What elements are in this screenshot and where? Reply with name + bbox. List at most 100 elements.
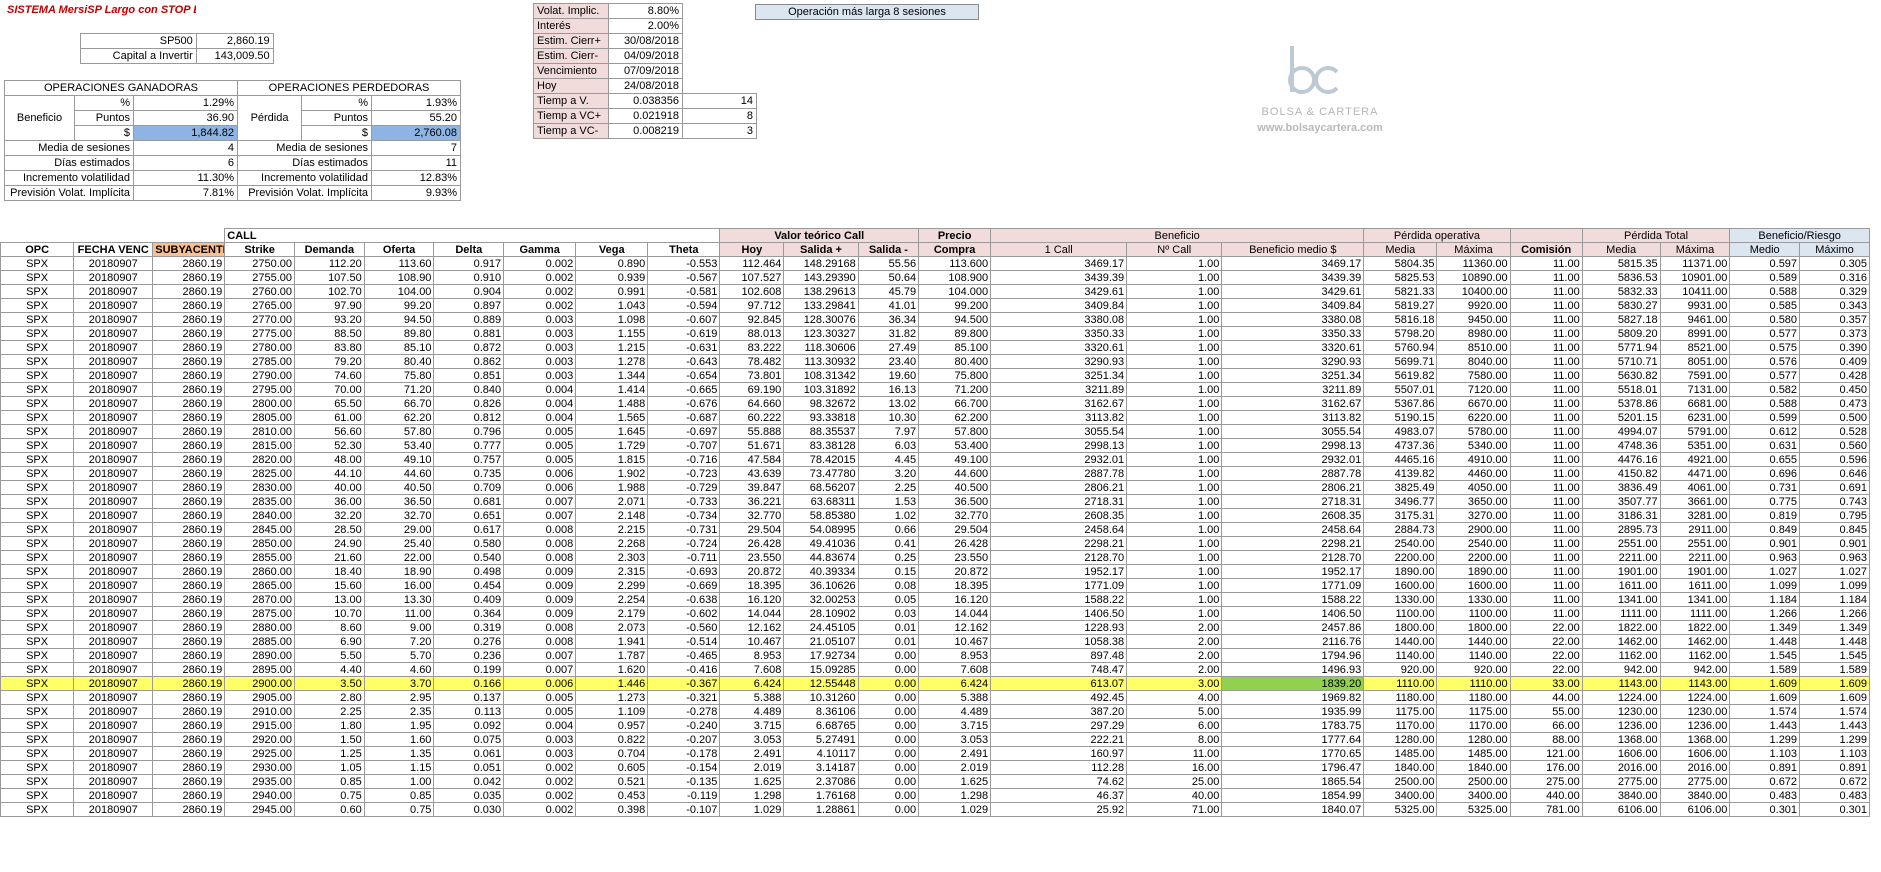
table-cell[interactable]: 2458.64 bbox=[1221, 522, 1365, 537]
table-cell[interactable]: 113.30932 bbox=[783, 354, 859, 369]
perdedoras-incr[interactable]: 12.83% bbox=[371, 170, 462, 186]
table-cell[interactable]: 1.109 bbox=[575, 704, 649, 719]
table-cell[interactable]: 0.596 bbox=[1799, 452, 1870, 467]
table-cell[interactable]: 0.002 bbox=[503, 774, 577, 789]
table-cell[interactable]: 4471.00 bbox=[1659, 466, 1731, 481]
table-cell[interactable]: 2.268 bbox=[575, 536, 649, 551]
table-cell[interactable]: 0.092 bbox=[433, 718, 505, 733]
table-cell[interactable]: 2860.19 bbox=[152, 774, 226, 789]
table-cell[interactable]: 20180907 bbox=[73, 368, 154, 383]
table-cell[interactable]: SPX bbox=[0, 676, 75, 691]
table-cell[interactable]: SPX bbox=[0, 718, 75, 733]
table-cell[interactable]: 0.498 bbox=[433, 564, 505, 579]
table-cell[interactable]: 16.120 bbox=[719, 592, 785, 607]
table-cell[interactable]: 1162.00 bbox=[1659, 648, 1731, 663]
sp500-value[interactable]: 2,860.19 bbox=[195, 33, 274, 49]
column-header[interactable]: Vega bbox=[575, 242, 649, 257]
table-cell[interactable]: -0.669 bbox=[647, 578, 721, 593]
table-cell[interactable]: 11.00 bbox=[1509, 606, 1583, 621]
table-cell[interactable]: 3400.00 bbox=[1363, 788, 1438, 803]
table-cell[interactable]: 22.00 bbox=[1509, 620, 1583, 635]
table-row[interactable]: SPX 20180907 2860.19 2845.00 28.50 29.00 0.617… bbox=[0, 522, 1870, 537]
table-cell[interactable]: 5832.33 bbox=[1581, 284, 1661, 299]
table-cell[interactable]: 897.48 bbox=[990, 648, 1128, 663]
table-cell[interactable]: 2900.00 bbox=[224, 676, 295, 691]
table-cell[interactable]: SPX bbox=[0, 802, 75, 817]
table-cell[interactable]: 0.85 bbox=[294, 774, 365, 789]
table-cell[interactable]: 11.00 bbox=[1509, 550, 1583, 565]
table-row[interactable]: SPX 20180907 2860.19 2945.00 0.60 0.75 0.030 0.… bbox=[0, 802, 1870, 817]
table-cell[interactable]: 0.576 bbox=[1729, 354, 1801, 369]
table-cell[interactable]: 0.812 bbox=[433, 410, 505, 425]
table-cell[interactable]: 3469.17 bbox=[990, 256, 1128, 271]
table-cell[interactable]: 85.100 bbox=[918, 340, 992, 355]
table-cell[interactable]: 33.00 bbox=[1509, 676, 1583, 691]
table-cell[interactable]: 1.53 bbox=[857, 494, 920, 509]
table-cell[interactable]: 8980.00 bbox=[1436, 326, 1511, 341]
table-cell[interactable]: 1.00 bbox=[1126, 550, 1223, 565]
table-cell[interactable]: 5815.35 bbox=[1581, 256, 1661, 271]
table-cell[interactable]: -0.643 bbox=[647, 354, 721, 369]
table-row[interactable]: SPX 20180907 2860.19 2765.00 97.90 99.20 0.897… bbox=[0, 298, 1870, 313]
table-cell[interactable]: 1.609 bbox=[1799, 676, 1870, 691]
table-cell[interactable]: 0.301 bbox=[1729, 802, 1801, 817]
table-cell[interactable]: 1224.00 bbox=[1659, 690, 1731, 705]
table-cell[interactable]: 1800.00 bbox=[1363, 620, 1438, 635]
table-cell[interactable]: 1840.07 bbox=[1221, 802, 1365, 817]
table-cell[interactable]: 3175.31 bbox=[1363, 508, 1438, 523]
table-cell[interactable]: SPX bbox=[0, 466, 75, 481]
table-cell[interactable]: 3162.67 bbox=[990, 396, 1128, 411]
table-cell[interactable]: 3.20 bbox=[857, 466, 920, 481]
table-cell[interactable]: 0.704 bbox=[575, 746, 649, 761]
table-cell[interactable]: 2.254 bbox=[575, 592, 649, 607]
table-cell[interactable]: 5771.94 bbox=[1581, 340, 1661, 355]
table-cell[interactable]: 3.14187 bbox=[783, 760, 859, 775]
table-cell[interactable]: 20.872 bbox=[719, 564, 785, 579]
table-cell[interactable]: 5791.00 bbox=[1659, 424, 1731, 439]
table-cell[interactable]: 0.735 bbox=[433, 466, 505, 481]
table-cell[interactable]: 5.388 bbox=[719, 690, 785, 705]
table-row[interactable]: SPX 20180907 2860.19 2905.00 2.80 2.95 0.137 0.… bbox=[0, 690, 1870, 705]
table-cell[interactable]: 2910.00 bbox=[224, 704, 295, 719]
ganadoras-usd[interactable]: 1,844.82 bbox=[132, 125, 239, 141]
table-cell[interactable]: 14.044 bbox=[918, 606, 992, 621]
table-cell[interactable]: 36.00 bbox=[294, 494, 365, 509]
table-cell[interactable]: 97.712 bbox=[719, 298, 785, 313]
table-cell[interactable]: 0.917 bbox=[433, 256, 505, 271]
table-cell[interactable]: 2860.19 bbox=[152, 732, 226, 747]
table-cell[interactable]: 2860.19 bbox=[152, 452, 226, 467]
table-cell[interactable]: 83.80 bbox=[294, 340, 365, 355]
table-cell[interactable]: 11.00 bbox=[1509, 536, 1583, 551]
ganadoras-media[interactable]: 4 bbox=[132, 140, 239, 156]
table-cell[interactable]: 0.25 bbox=[857, 550, 920, 565]
table-cell[interactable]: 0.743 bbox=[1799, 494, 1870, 509]
table-cell[interactable]: SPX bbox=[0, 410, 75, 425]
table-cell[interactable]: 20180907 bbox=[73, 578, 154, 593]
table-cell[interactable]: 10400.00 bbox=[1436, 284, 1511, 299]
table-cell[interactable]: 2810.00 bbox=[224, 424, 295, 439]
table-cell[interactable]: 1.448 bbox=[1729, 634, 1801, 649]
table-cell[interactable]: 6.424 bbox=[719, 676, 785, 691]
table-cell[interactable]: 0.009 bbox=[503, 564, 577, 579]
table-cell[interactable]: 1901.00 bbox=[1659, 564, 1731, 579]
table-cell[interactable]: 107.527 bbox=[719, 270, 785, 285]
table-cell[interactable]: 2.80 bbox=[294, 690, 365, 705]
table-cell[interactable]: 3507.77 bbox=[1581, 494, 1661, 509]
table-cell[interactable]: 113.60 bbox=[363, 256, 435, 271]
table-cell[interactable]: 1865.54 bbox=[1221, 774, 1365, 789]
table-cell[interactable]: 1175.00 bbox=[1436, 704, 1511, 719]
table-cell[interactable]: 5760.94 bbox=[1363, 340, 1438, 355]
table-cell[interactable]: 0.00 bbox=[857, 648, 920, 663]
table-cell[interactable]: 88.35537 bbox=[783, 424, 859, 439]
table-cell[interactable]: 0.483 bbox=[1799, 788, 1870, 803]
table-cell[interactable]: 2835.00 bbox=[224, 494, 295, 509]
table-cell[interactable]: 5378.86 bbox=[1581, 396, 1661, 411]
table-cell[interactable]: 1783.75 bbox=[1221, 718, 1365, 733]
table-cell[interactable]: 1.625 bbox=[918, 774, 992, 789]
table-cell[interactable]: 1600.00 bbox=[1436, 578, 1511, 593]
table-cell[interactable]: 10.467 bbox=[918, 634, 992, 649]
table-cell[interactable]: 2.00 bbox=[1126, 648, 1223, 663]
table-cell[interactable]: 11.00 bbox=[1509, 410, 1583, 425]
table-cell[interactable]: 1175.00 bbox=[1363, 704, 1438, 719]
table-cell[interactable]: 1.00 bbox=[1126, 480, 1223, 495]
